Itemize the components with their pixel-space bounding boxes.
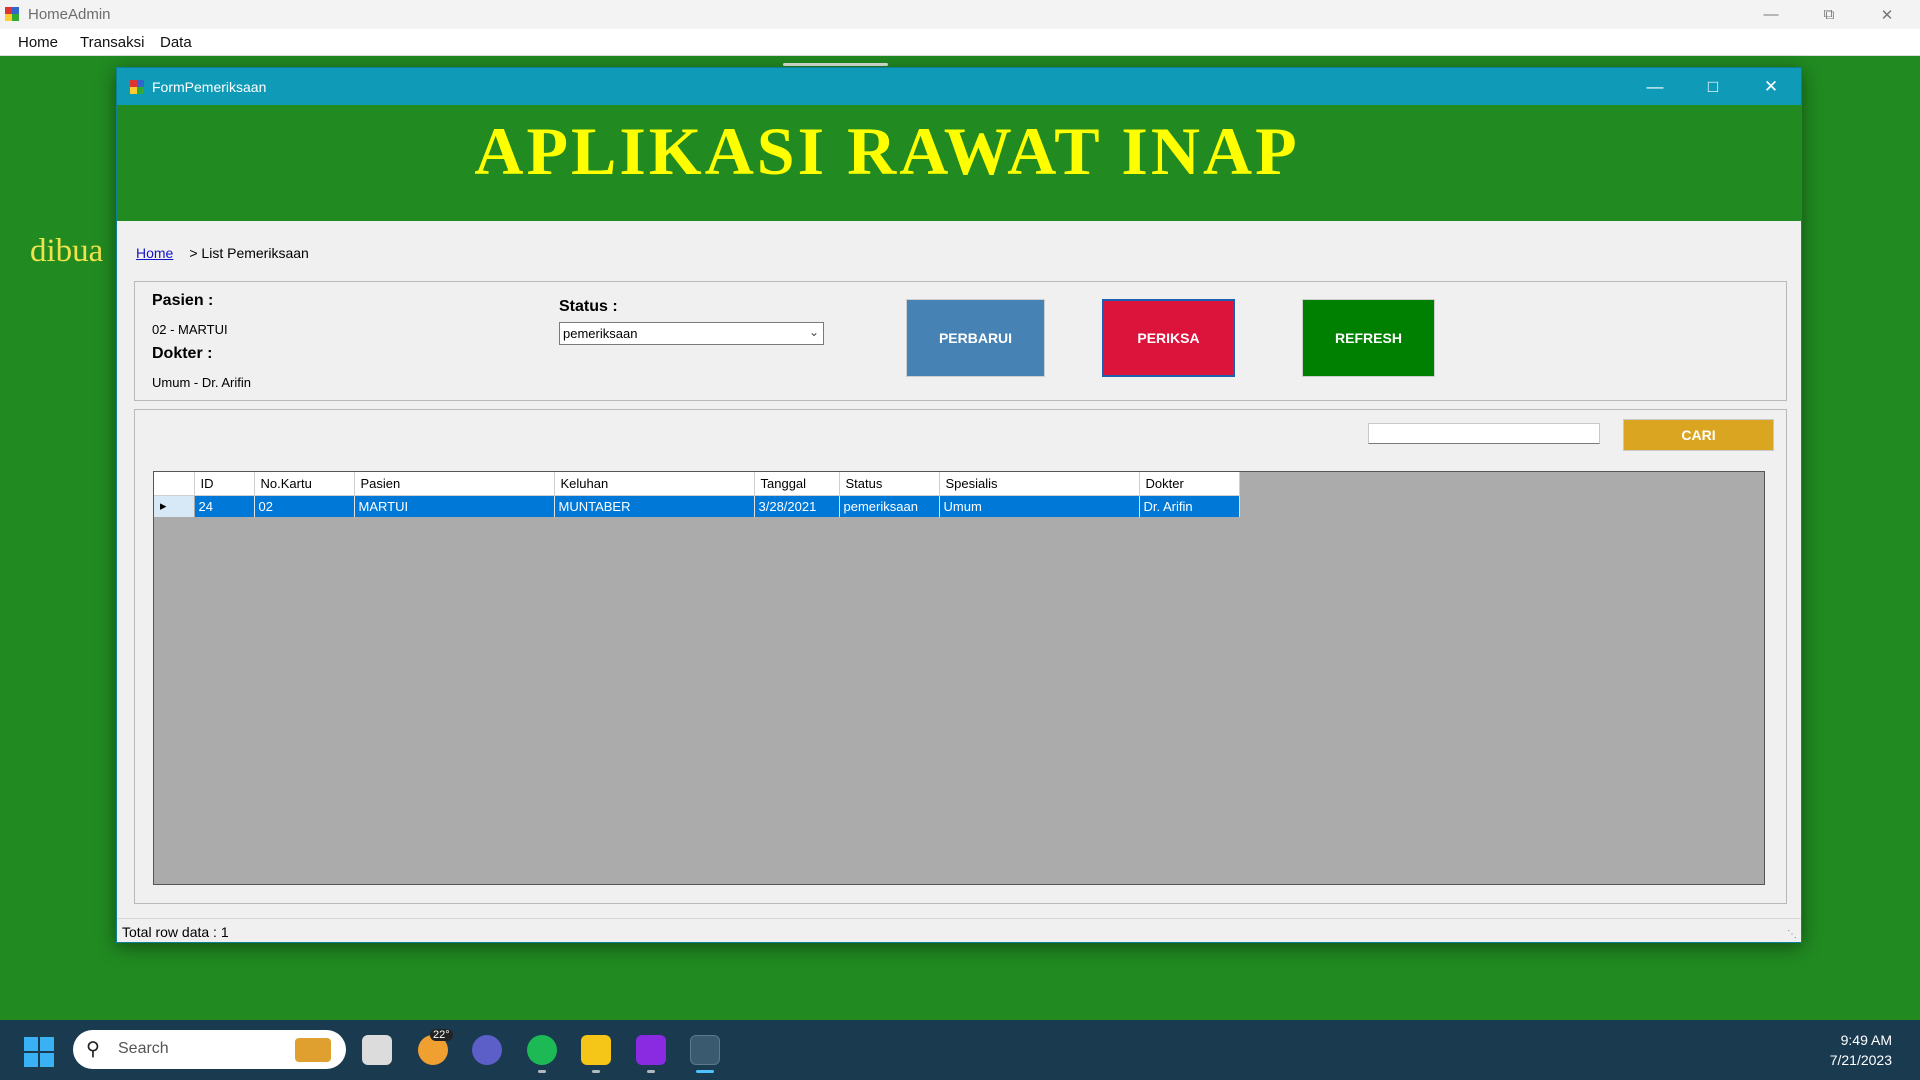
cell-spesialis[interactable]: Umum <box>939 495 1140 517</box>
clock-date: 7/21/2023 <box>1829 1052 1892 1068</box>
windows-logo-icon <box>40 1037 54 1051</box>
close-icon: ✕ <box>1763 76 1779 96</box>
menu-transaksi[interactable]: Transaksi <box>80 34 144 51</box>
search-icon: ⚲ <box>86 1039 100 1060</box>
file-explorer-icon[interactable] <box>581 1035 611 1065</box>
col-header-tanggal[interactable]: Tanggal <box>754 472 840 496</box>
spotify-icon[interactable] <box>527 1035 557 1065</box>
cell-nokartu[interactable]: 02 <box>254 495 355 517</box>
col-header-keluhan[interactable]: Keluhan <box>554 472 755 496</box>
info-panel: Pasien : 02 - MARTUI Dokter : Umum - Dr.… <box>134 281 1787 401</box>
weather-badge: 22° <box>430 1029 453 1041</box>
data-grid[interactable]: ID No.Kartu Pasien Keluhan Tanggal Statu… <box>153 471 1765 885</box>
pasien-value: 02 - MARTUI <box>152 322 228 337</box>
status-selected-value: pemeriksaan <box>563 326 638 341</box>
form-minimize-button[interactable]: — <box>1626 68 1684 105</box>
windows-logo-icon <box>40 1053 54 1067</box>
taskbar-search-placeholder: Search <box>118 1040 169 1057</box>
row-header[interactable]: ▸ <box>154 495 195 517</box>
col-header-spesialis[interactable]: Spesialis <box>939 472 1140 496</box>
restore-icon: ⧉ <box>1823 6 1835 23</box>
cell-tanggal[interactable]: 3/28/2021 <box>754 495 840 517</box>
cell-dokter[interactable]: Dr. Arifin <box>1139 495 1240 517</box>
taskbar-search[interactable]: ⚲ Search <box>73 1030 346 1069</box>
mdi-tab-indicator <box>783 63 888 66</box>
briefcase-icon <box>295 1038 331 1062</box>
close-button[interactable]: ✕ <box>1858 0 1916 29</box>
search-input[interactable] <box>1368 423 1600 444</box>
pasien-label: Pasien : <box>152 292 214 309</box>
chevron-down-icon: ⌄ <box>808 325 819 339</box>
grid-corner <box>154 472 195 496</box>
close-icon: ✕ <box>1880 6 1894 24</box>
start-button[interactable] <box>24 1037 54 1067</box>
status-dropdown[interactable]: pemeriksaan ⌄ <box>559 322 824 345</box>
col-header-id[interactable]: ID <box>194 472 255 496</box>
cell-status[interactable]: pemeriksaan <box>839 495 940 517</box>
clock-time: 9:49 AM <box>1840 1032 1892 1048</box>
status-bar: Total row data : 1 ⋱ <box>117 918 1801 942</box>
windows-logo-icon <box>24 1037 38 1051</box>
taskbar: ⚲ Search 22° 9:49 AM 7/21/2023 <box>0 1020 1920 1080</box>
breadcrumb-current: > List Pemeriksaan <box>189 245 309 261</box>
form-close-button[interactable]: ✕ <box>1742 68 1800 105</box>
running-indicator <box>647 1070 655 1073</box>
running-indicator <box>592 1070 600 1073</box>
cell-pasien[interactable]: MARTUI <box>354 495 555 517</box>
app-icon <box>5 7 19 21</box>
clock[interactable]: 9:49 AM 7/21/2023 <box>1830 1030 1892 1070</box>
col-header-pasien[interactable]: Pasien <box>354 472 555 496</box>
periksa-button[interactable]: PERIKSA <box>1102 299 1235 377</box>
active-indicator <box>696 1070 714 1073</box>
outer-titlebar: HomeAdmin — ⧉ ✕ <box>0 0 1920 29</box>
table-row[interactable]: ▸ 24 02 MARTUI MUNTABER 3/28/2021 pemeri… <box>154 495 1240 517</box>
cari-button[interactable]: CARI <box>1623 419 1774 451</box>
row-pointer-icon: ▸ <box>160 498 167 514</box>
homeadmin-app-icon[interactable] <box>690 1035 720 1065</box>
form-icon <box>130 80 144 94</box>
task-view-icon[interactable] <box>362 1035 392 1065</box>
maximize-icon: □ <box>1707 76 1719 96</box>
breadcrumb: Home > List Pemeriksaan <box>136 245 309 261</box>
dokter-value: Umum - Dr. Arifin <box>152 375 251 390</box>
dokter-label: Dokter : <box>152 345 213 362</box>
form-pemeriksaan: FormPemeriksaan — □ ✕ APLIKASI RAWAT INA… <box>116 67 1802 943</box>
background-label: dibua <box>30 233 104 269</box>
grid-panel: CARI ID No.Kartu Pasien Keluhan Tanggal … <box>134 409 1787 904</box>
cell-id[interactable]: 24 <box>194 495 255 517</box>
perbarui-button[interactable]: PERBARUI <box>906 299 1045 377</box>
menubar: Home Transaksi Data <box>0 29 1920 56</box>
banner-title: APLIKASI RAWAT INAP <box>474 113 1300 189</box>
form-title: FormPemeriksaan <box>152 79 267 95</box>
col-header-dokter[interactable]: Dokter <box>1139 472 1240 496</box>
col-header-nokartu[interactable]: No.Kartu <box>254 472 355 496</box>
refresh-button[interactable]: REFRESH <box>1302 299 1435 377</box>
status-label: Status : <box>559 298 618 315</box>
menu-data[interactable]: Data <box>160 34 192 51</box>
total-row-label: Total row data : 1 <box>122 924 229 940</box>
visual-studio-icon[interactable] <box>636 1035 666 1065</box>
col-header-status[interactable]: Status <box>839 472 940 496</box>
minimize-button[interactable]: — <box>1742 0 1800 29</box>
running-indicator <box>538 1070 546 1073</box>
resize-grip-icon[interactable]: ⋱ <box>1787 929 1797 940</box>
minimize-icon: — <box>1646 76 1664 96</box>
window-title: HomeAdmin <box>28 6 111 23</box>
form-titlebar: FormPemeriksaan — □ ✕ <box>117 68 1801 105</box>
grid-header-row: ID No.Kartu Pasien Keluhan Tanggal Statu… <box>154 472 1240 496</box>
restore-button[interactable]: ⧉ <box>1800 0 1858 29</box>
breadcrumb-home-link[interactable]: Home <box>136 245 173 261</box>
menu-home[interactable]: Home <box>18 34 58 51</box>
banner: APLIKASI RAWAT INAP <box>117 105 1801 221</box>
windows-logo-icon <box>24 1053 38 1067</box>
teams-chat-icon[interactable] <box>472 1035 502 1065</box>
cell-keluhan[interactable]: MUNTABER <box>554 495 755 517</box>
minimize-icon: — <box>1763 6 1779 23</box>
form-maximize-button[interactable]: □ <box>1684 68 1742 105</box>
